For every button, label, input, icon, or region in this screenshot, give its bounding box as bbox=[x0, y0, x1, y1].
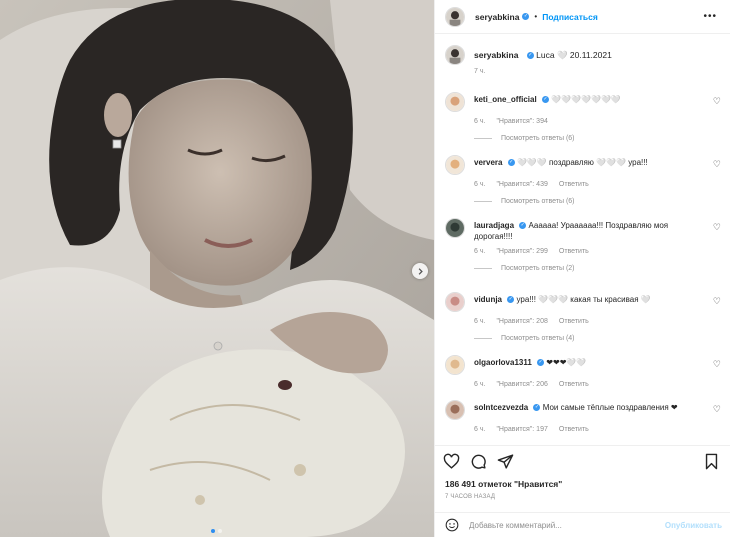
follow-button[interactable]: Подписаться bbox=[542, 12, 598, 22]
comment-text: Мои самые тёплые поздравления ❤ bbox=[542, 403, 678, 412]
post-modal: seryabkina ✓ • Подписаться ••• seryabkin… bbox=[0, 0, 730, 537]
comment-likes[interactable]: "Нравится": 394 bbox=[496, 118, 547, 125]
comment-likes[interactable]: "Нравится": 208 bbox=[496, 318, 547, 325]
view-replies-button[interactable]: Посмотреть ответы (4) bbox=[474, 335, 721, 342]
add-comment-bar: Опубликовать bbox=[435, 512, 730, 537]
separator: • bbox=[534, 12, 538, 21]
comment-text: ура!!! 🤍🤍🤍 какая ты красивая 🤍 bbox=[516, 295, 651, 304]
view-replies-label: Посмотреть ответы (6) bbox=[501, 198, 575, 205]
commenter-username[interactable]: keti_one_official bbox=[474, 95, 537, 104]
caption-username[interactable]: seryabkina bbox=[474, 50, 518, 60]
heart-icon[interactable]: ♡ bbox=[713, 222, 721, 233]
reply-button[interactable]: Ответить bbox=[559, 426, 589, 433]
verified-icon: ✓ bbox=[537, 359, 545, 367]
comment-text: 🤍🤍🤍🤍🤍🤍🤍 bbox=[551, 95, 621, 104]
author-username[interactable]: seryabkina bbox=[475, 12, 519, 22]
carousel-dot bbox=[218, 529, 222, 533]
comment-icon[interactable] bbox=[470, 453, 487, 470]
view-replies-button[interactable]: Посмотреть ответы (6) bbox=[474, 135, 721, 142]
comment-text: ❤❤❤🤍🤍 bbox=[546, 358, 587, 367]
photo-image bbox=[0, 0, 434, 537]
post-caption: seryabkina ✓ Luca 🤍 20.11.2021 7 ч. bbox=[445, 45, 721, 75]
comment-item: solntcezvezda ✓ Мои самые тёплые поздрав… bbox=[445, 400, 721, 433]
bookmark-icon[interactable] bbox=[703, 453, 720, 470]
caption-avatar[interactable] bbox=[445, 45, 465, 65]
carousel-indicator bbox=[211, 529, 222, 533]
commenter-username[interactable]: olgaorlova1311 bbox=[474, 358, 532, 367]
comment-time: 6 ч. bbox=[474, 248, 486, 255]
reply-button[interactable]: Ответить bbox=[559, 181, 589, 188]
carousel-next-icon bbox=[418, 267, 423, 275]
view-replies-label: Посмотреть ответы (6) bbox=[501, 135, 575, 142]
comment-item: olgaorlova1311 ✓ ❤❤❤🤍🤍 ♡ 6 ч. "Нравится":… bbox=[445, 355, 721, 388]
verified-icon: ✓ bbox=[541, 96, 549, 104]
commenter-username[interactable]: solntcezvezda bbox=[474, 403, 528, 412]
commenter-avatar[interactable] bbox=[445, 400, 465, 420]
post-side-panel: seryabkina ✓ • Подписаться ••• seryabkin… bbox=[434, 0, 730, 537]
carousel-next-button[interactable] bbox=[412, 263, 428, 279]
heart-icon[interactable]: ♡ bbox=[713, 159, 721, 170]
reply-button[interactable]: Ответить bbox=[559, 248, 589, 255]
posted-time: 7 ЧАСОВ НАЗАД bbox=[445, 494, 496, 500]
verified-icon: ✓ bbox=[519, 222, 527, 230]
heart-icon[interactable]: ♡ bbox=[713, 359, 721, 370]
comment-time: 6 ч. bbox=[474, 426, 486, 433]
heart-icon[interactable]: ♡ bbox=[713, 404, 721, 415]
comment-likes[interactable]: "Нравится": 197 bbox=[496, 426, 547, 433]
comment-input[interactable] bbox=[469, 520, 659, 530]
post-header: seryabkina ✓ • Подписаться ••• bbox=[435, 0, 730, 34]
emoji-icon[interactable] bbox=[445, 518, 459, 532]
heart-icon[interactable] bbox=[443, 453, 460, 470]
view-replies-label: Посмотреть ответы (2) bbox=[501, 265, 575, 272]
comment-time: 6 ч. bbox=[474, 318, 486, 325]
likes-count[interactable]: 186 491 отметок "Нравится" bbox=[445, 479, 562, 489]
post-actions: 186 491 отметок "Нравится" 7 ЧАСОВ НАЗАД bbox=[435, 445, 730, 500]
commenter-avatar[interactable] bbox=[445, 218, 465, 238]
view-replies-button[interactable]: Посмотреть ответы (2) bbox=[474, 265, 721, 272]
commenter-avatar[interactable] bbox=[445, 155, 465, 175]
verified-icon: ✓ bbox=[507, 159, 515, 167]
comment-item: lauradjaga ✓ Аааааа! Ураааааа!!! Поздрав… bbox=[445, 218, 721, 272]
carousel-dot-active bbox=[211, 529, 215, 533]
publish-button[interactable]: Опубликовать bbox=[665, 521, 722, 530]
comment-likes[interactable]: "Нравится": 299 bbox=[496, 248, 547, 255]
verified-icon: ✓ bbox=[507, 296, 515, 304]
heart-icon[interactable]: ♡ bbox=[713, 296, 721, 307]
comment-item: ververa ✓ 🤍🤍🤍 поздравляю 🤍🤍🤍 ура!!! ♡ 6 … bbox=[445, 155, 721, 205]
comment-time: 6 ч. bbox=[474, 181, 486, 188]
view-replies-label: Посмотреть ответы (4) bbox=[501, 335, 575, 342]
comment-text: 🤍🤍🤍 поздравляю 🤍🤍🤍 ура!!! bbox=[516, 158, 648, 167]
heart-icon[interactable]: ♡ bbox=[713, 96, 721, 107]
author-avatar[interactable] bbox=[445, 6, 465, 27]
verified-icon: ✓ bbox=[526, 52, 534, 60]
comment-time: 6 ч. bbox=[474, 118, 486, 125]
caption-text-block: seryabkina ✓ Luca 🤍 20.11.2021 bbox=[474, 45, 612, 61]
commenter-username[interactable]: ververa bbox=[474, 158, 502, 167]
reply-button[interactable]: Ответить bbox=[559, 381, 589, 388]
verified-icon: ✓ bbox=[533, 404, 541, 412]
view-replies-button[interactable]: Посмотреть ответы (6) bbox=[474, 198, 721, 205]
share-icon[interactable] bbox=[497, 453, 514, 470]
more-icon[interactable]: ••• bbox=[703, 11, 717, 22]
commenter-avatar[interactable] bbox=[445, 355, 465, 375]
comment-likes[interactable]: "Нравится": 439 bbox=[496, 181, 547, 188]
comment-item: vidunja ✓ ура!!! 🤍🤍🤍 какая ты красивая 🤍… bbox=[445, 292, 721, 342]
commenter-avatar[interactable] bbox=[445, 92, 465, 112]
commenter-avatar[interactable] bbox=[445, 292, 465, 312]
verified-icon: ✓ bbox=[522, 13, 530, 20]
comment-item: keti_one_official ✓ 🤍🤍🤍🤍🤍🤍🤍 ♡ 6 ч. "Нрави… bbox=[445, 92, 721, 142]
comment-likes[interactable]: "Нравится": 206 bbox=[496, 381, 547, 388]
caption-time: 7 ч. bbox=[474, 68, 486, 75]
caption-text: Luca 🤍 20.11.2021 bbox=[536, 50, 612, 60]
comment-time: 6 ч. bbox=[474, 381, 486, 388]
commenter-username[interactable]: vidunja bbox=[474, 295, 502, 304]
commenter-username[interactable]: lauradjaga bbox=[474, 221, 514, 230]
reply-button[interactable]: Ответить bbox=[559, 318, 589, 325]
post-photo[interactable] bbox=[0, 0, 434, 537]
